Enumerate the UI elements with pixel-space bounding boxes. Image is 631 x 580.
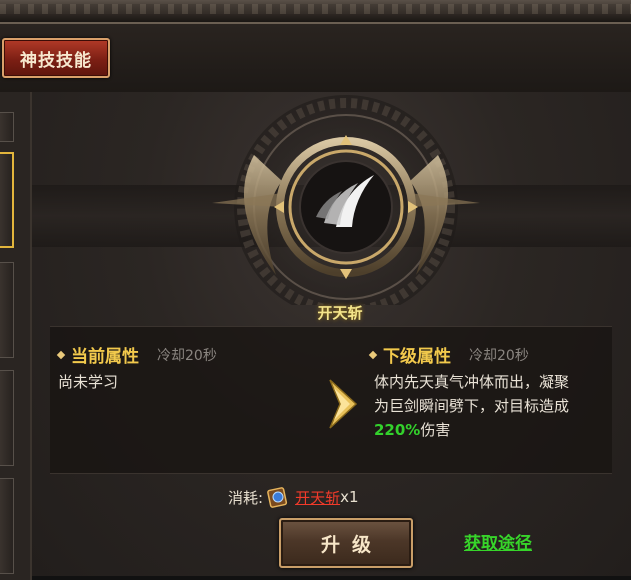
skill-list-item[interactable] (0, 370, 14, 466)
next-desc-line2: 为巨剑瞬间劈下，对目标造成 (374, 397, 570, 415)
current-attr-desc: 尚未学习 (58, 373, 119, 391)
cost-item-link[interactable]: 开天斩 (295, 487, 340, 508)
current-cooldown: 冷却20秒 (157, 347, 217, 364)
next-attr-header: 下级属性 冷却20秒 (368, 342, 529, 367)
obtain-source-link[interactable]: 获取途径 (464, 529, 532, 554)
next-desc-line3: 220%伤害 (374, 418, 614, 442)
skill-list-item[interactable] (0, 262, 14, 358)
diamond-bullet-icon (368, 350, 378, 359)
skill-emblem (212, 95, 480, 305)
top-frame (0, 0, 631, 24)
current-attr-title: 当前属性 (71, 347, 139, 367)
current-attr-header: 当前属性 冷却20秒 (56, 342, 217, 367)
cost-row: 消耗: 开天斩 x1 (228, 486, 359, 508)
next-attr-desc: 体内先天真气冲体而出，凝聚 为巨剑瞬间劈下，对目标造成 220%伤害 (374, 370, 614, 442)
next-desc-line1: 体内先天真气冲体而出，凝聚 (374, 373, 570, 391)
skill-name: 开天斩 (317, 304, 363, 322)
skill-book-icon[interactable] (267, 486, 289, 508)
upgrade-button[interactable]: 升级 (279, 518, 413, 568)
cost-qty: x1 (340, 488, 359, 506)
cost-label: 消耗: (228, 488, 264, 507)
damage-percent: 220% (374, 421, 421, 439)
skill-list-item[interactable] (0, 478, 14, 574)
skill-list-item-selected[interactable] (0, 152, 14, 248)
diamond-bullet-icon (56, 350, 66, 359)
next-attr-title: 下级属性 (383, 347, 451, 367)
gold-arrow-icon (329, 379, 358, 429)
next-cooldown: 冷却20秒 (469, 347, 529, 364)
next-desc-tail: 伤害 (420, 421, 451, 439)
tab-divine-skill[interactable]: 神技技能 (2, 38, 110, 78)
bottom-edge (32, 576, 631, 580)
skill-list-item[interactable] (0, 112, 14, 142)
skill-list-panel (0, 92, 32, 580)
